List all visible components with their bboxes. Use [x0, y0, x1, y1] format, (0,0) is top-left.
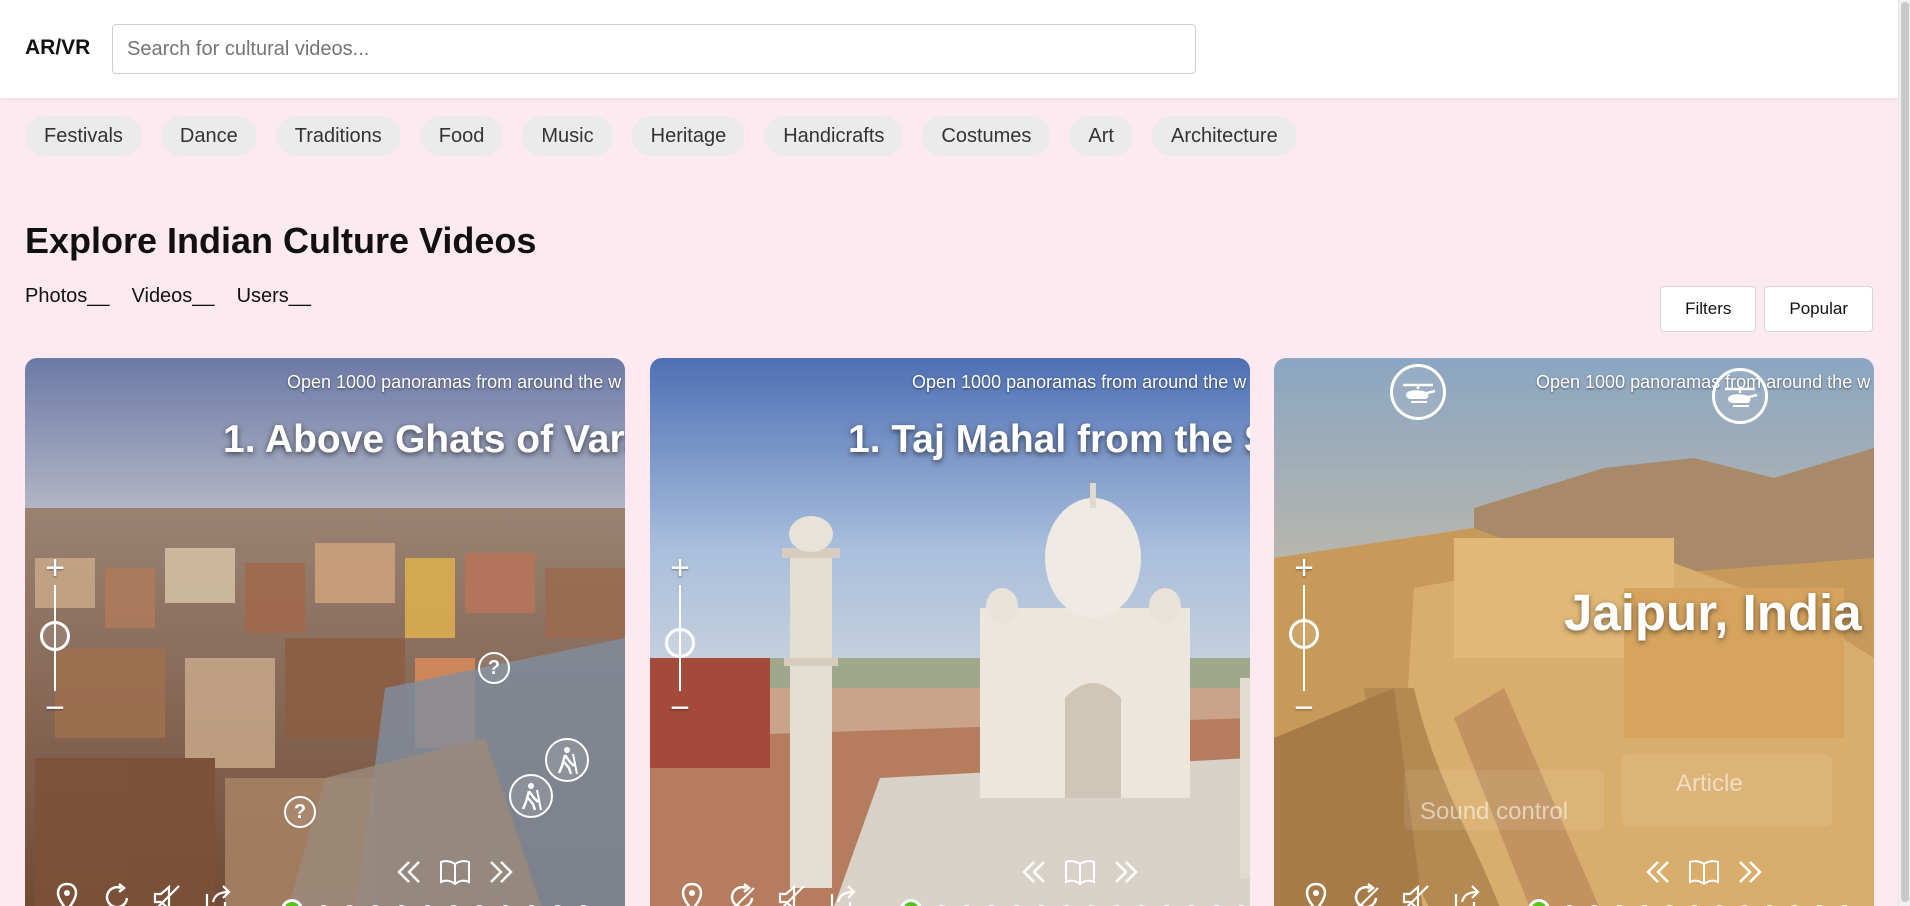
chevrons-left-icon[interactable] — [1644, 858, 1672, 886]
chevrons-right-icon[interactable] — [1112, 858, 1140, 886]
category-chips: Festivals Dance Traditions Food Music He… — [25, 116, 1297, 156]
card-toolbar — [1300, 880, 1482, 906]
helicopter-icon[interactable] — [1712, 368, 1768, 424]
question-icon[interactable]: ? — [284, 796, 316, 828]
book-icon[interactable] — [439, 858, 471, 886]
card-banner-text: Open 1000 panoramas from around the w — [1536, 372, 1871, 392]
chip-costumes[interactable]: Costumes — [922, 116, 1051, 156]
list-controls: Filters Popular — [1660, 286, 1873, 332]
article-label[interactable]: Article — [1676, 770, 1743, 798]
plus-icon[interactable]: + — [1282, 551, 1326, 585]
card-navigation — [1644, 854, 1764, 890]
sort-popular-button[interactable]: Popular — [1764, 286, 1873, 332]
tab-videos[interactable]: Videos__ — [132, 285, 215, 308]
map-pin-icon[interactable] — [676, 880, 708, 906]
chip-music[interactable]: Music — [522, 116, 613, 156]
zoom-knob[interactable] — [1289, 619, 1319, 649]
chevrons-left-icon[interactable] — [1020, 858, 1048, 886]
chip-traditions[interactable]: Traditions — [275, 116, 401, 156]
map-pin-icon[interactable] — [51, 880, 83, 906]
minus-icon[interactable]: − — [658, 691, 702, 725]
plus-icon[interactable]: + — [658, 551, 702, 585]
hiker-icon[interactable] — [509, 774, 553, 818]
tab-photos[interactable]: Photos__ — [25, 285, 110, 308]
chip-food[interactable]: Food — [419, 116, 504, 156]
minus-icon[interactable]: − — [33, 691, 77, 725]
chip-heritage[interactable]: Heritage — [631, 116, 746, 156]
chevrons-right-icon[interactable] — [487, 858, 515, 886]
zoom-control[interactable]: + − — [1282, 551, 1326, 725]
chip-handicrafts[interactable]: Handicrafts — [764, 116, 904, 156]
plus-icon[interactable]: + — [33, 551, 77, 585]
search-input[interactable] — [112, 24, 1196, 74]
video-card-taj-mahal[interactable]: Open 1000 panoramas from around the w 1.… — [650, 358, 1250, 906]
question-icon[interactable]: ? — [478, 652, 510, 684]
card-title: 1. Taj Mahal from the S — [848, 418, 1250, 461]
filters-button[interactable]: Filters — [1660, 286, 1757, 332]
card-navigation — [1020, 854, 1140, 890]
minus-icon[interactable]: − — [1282, 691, 1326, 725]
card-toolbar — [676, 880, 858, 906]
chevrons-right-icon[interactable] — [1736, 858, 1764, 886]
video-card-jaipur[interactable]: Open 1000 panoramas from around the w Ja… — [1274, 358, 1874, 906]
mute-icon[interactable] — [151, 880, 183, 906]
pagination-dots — [1528, 899, 1850, 906]
top-header: AR/VR — [0, 0, 1898, 98]
map-pin-icon[interactable] — [1300, 880, 1332, 906]
share-icon[interactable] — [826, 880, 858, 906]
hiker-icon[interactable] — [545, 738, 589, 782]
chip-festivals[interactable]: Festivals — [25, 116, 142, 156]
card-title: Jaipur, India — [1564, 584, 1862, 641]
chip-art[interactable]: Art — [1069, 116, 1133, 156]
app-logo[interactable]: AR/VR — [25, 36, 90, 60]
chevrons-left-icon[interactable] — [395, 858, 423, 886]
chip-architecture[interactable]: Architecture — [1151, 116, 1297, 156]
zoom-knob[interactable] — [665, 628, 695, 658]
page-dot-active[interactable] — [281, 899, 303, 906]
rotate-icon[interactable] — [101, 880, 133, 906]
rotate-icon[interactable] — [726, 880, 758, 906]
zoom-knob[interactable] — [40, 621, 70, 651]
pagination-dots — [900, 899, 1247, 906]
zoom-control[interactable]: + − — [33, 551, 77, 725]
mute-icon[interactable] — [1400, 880, 1432, 906]
card-title: 1. Above Ghats of Vara — [223, 418, 625, 461]
page-dot-active[interactable] — [1528, 899, 1550, 906]
video-card-varanasi[interactable]: Open 1000 panoramas from around the w 1.… — [25, 358, 625, 906]
helicopter-icon[interactable] — [1390, 364, 1446, 420]
share-icon[interactable] — [201, 880, 233, 906]
scrollbar-thumb[interactable] — [1901, 2, 1909, 902]
mute-icon[interactable] — [776, 880, 808, 906]
chip-dance[interactable]: Dance — [160, 116, 257, 156]
tab-users[interactable]: Users__ — [237, 285, 311, 308]
page-title: Explore Indian Culture Videos — [25, 220, 537, 261]
card-banner-text: Open 1000 panoramas from around the w — [912, 372, 1247, 392]
share-icon[interactable] — [1450, 880, 1482, 906]
media-tabs: Photos__ Videos__ Users__ — [25, 285, 311, 308]
zoom-control[interactable]: + − — [658, 551, 702, 725]
rotate-icon[interactable] — [1350, 880, 1382, 906]
sound-control-label[interactable]: Sound control — [1420, 798, 1568, 826]
book-icon[interactable] — [1688, 858, 1720, 886]
pagination-dots — [281, 899, 589, 906]
page-dot-active[interactable] — [900, 899, 922, 906]
card-navigation — [395, 854, 515, 890]
card-banner-text: Open 1000 panoramas from around the w — [287, 372, 622, 392]
book-icon[interactable] — [1064, 858, 1096, 886]
card-toolbar — [51, 880, 233, 906]
page-scrollbar[interactable] — [1898, 0, 1910, 906]
